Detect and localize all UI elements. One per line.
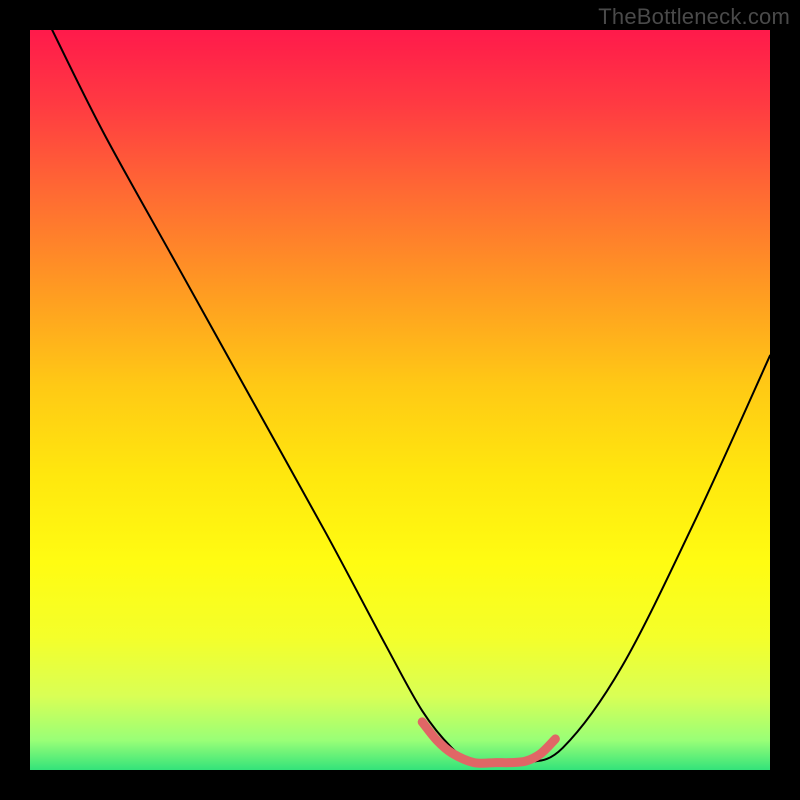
optimal-band-marker xyxy=(422,722,555,763)
plot-area xyxy=(30,30,770,770)
bottleneck-curve xyxy=(52,30,770,764)
watermark-text: TheBottleneck.com xyxy=(598,4,790,30)
chart-frame: TheBottleneck.com xyxy=(0,0,800,800)
curve-layer xyxy=(30,30,770,770)
